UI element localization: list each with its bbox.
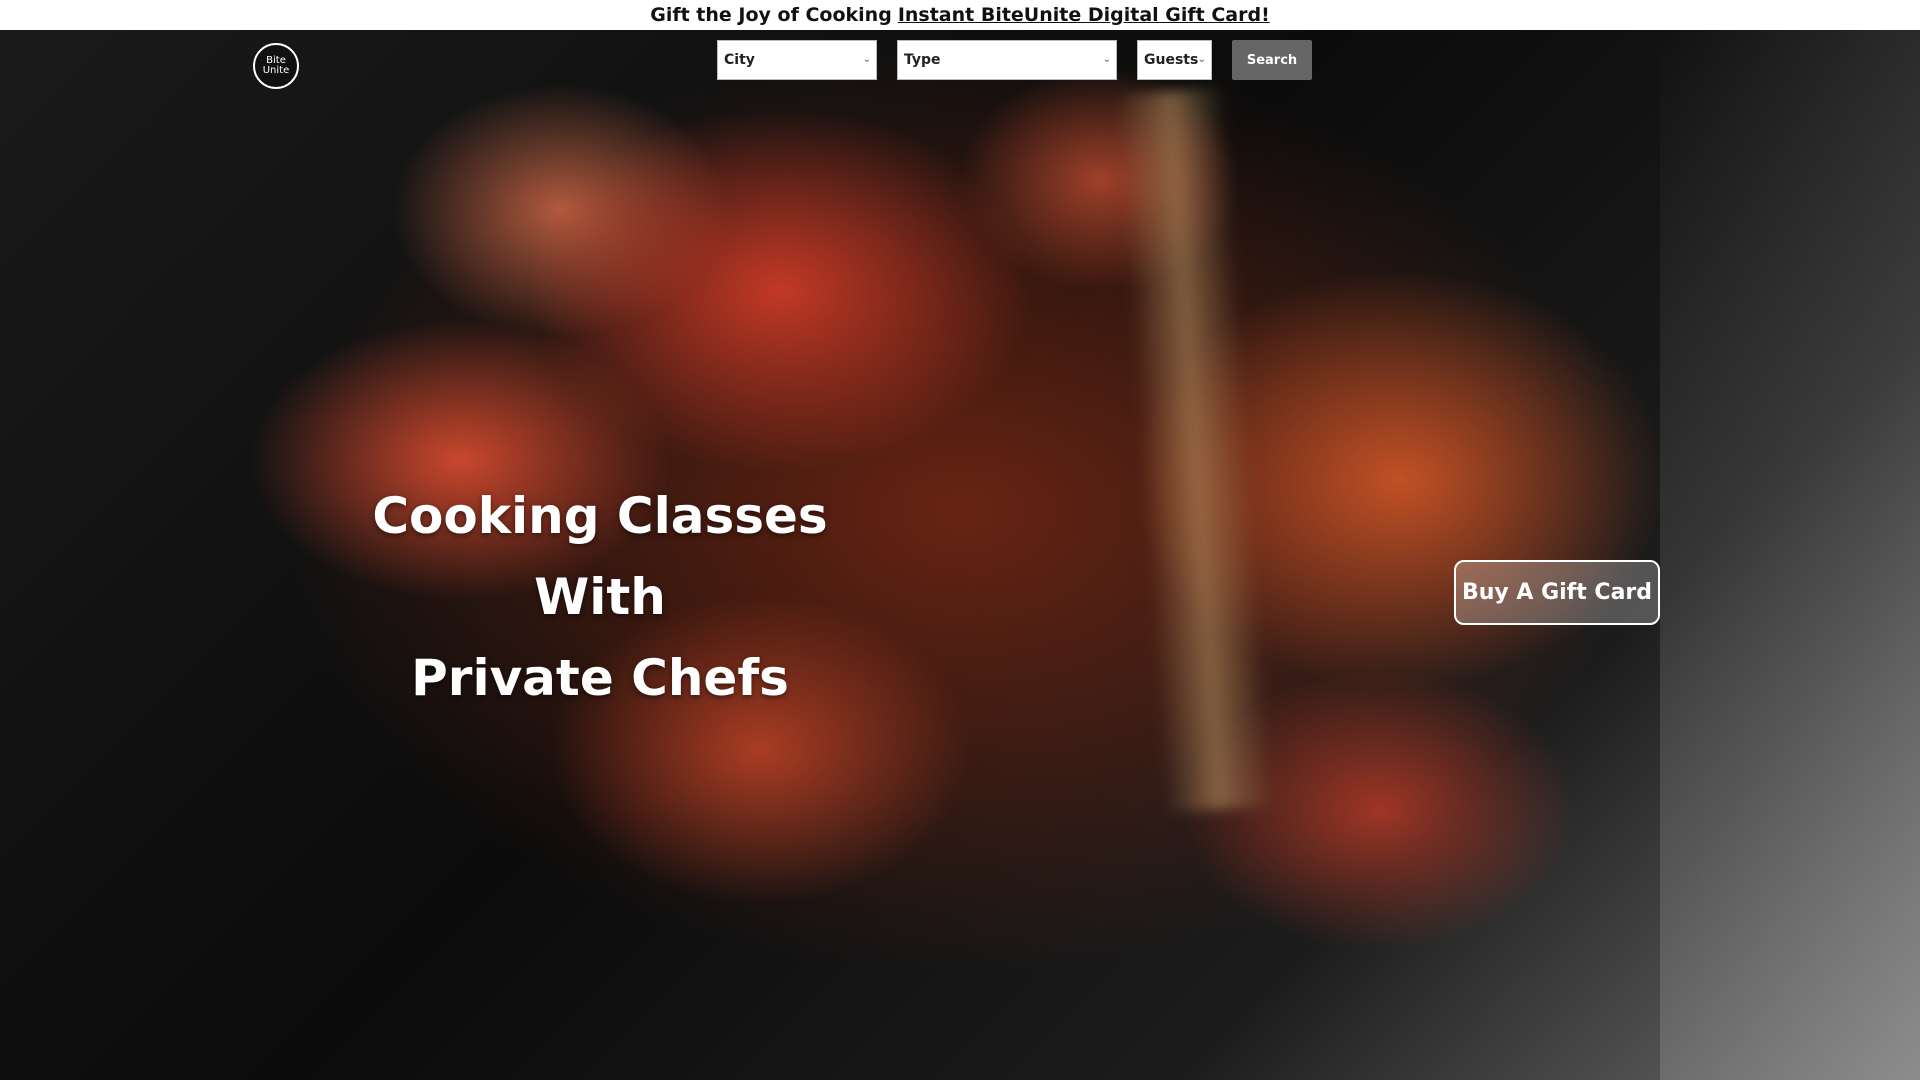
hero-headline-line-2: Private Chefs [411,649,789,707]
search-button[interactable]: Search [1232,40,1312,80]
promo-text: Gift the Joy of Cooking [650,4,892,26]
type-select[interactable]: Type ⌄ [897,40,1117,80]
buy-gift-card-button[interactable]: Buy A Gift Card [1454,560,1660,625]
city-select[interactable]: City ⌄ [717,40,877,80]
chevron-down-icon: ⌄ [1197,54,1206,65]
city-select-value: City [724,52,755,68]
chevron-down-icon: ⌄ [862,54,871,65]
guests-select-value: Guests [1144,52,1199,68]
hero-headline: Cooking Classes With Private Chefs [300,476,900,719]
gift-card-link[interactable]: Instant BiteUnite Digital Gift Card! [898,4,1270,26]
guests-select[interactable]: Guests ⌄ [1137,40,1212,80]
search-bar: City ⌄ Type ⌄ Guests ⌄ Search [0,40,1920,80]
type-select-value: Type [904,52,941,68]
hero-background [0,30,1920,1080]
chevron-down-icon: ⌄ [1102,54,1111,65]
hero-headline-line-1: Cooking Classes With [372,487,828,626]
promo-banner: Gift the Joy of Cooking Instant BiteUnit… [0,0,1920,30]
